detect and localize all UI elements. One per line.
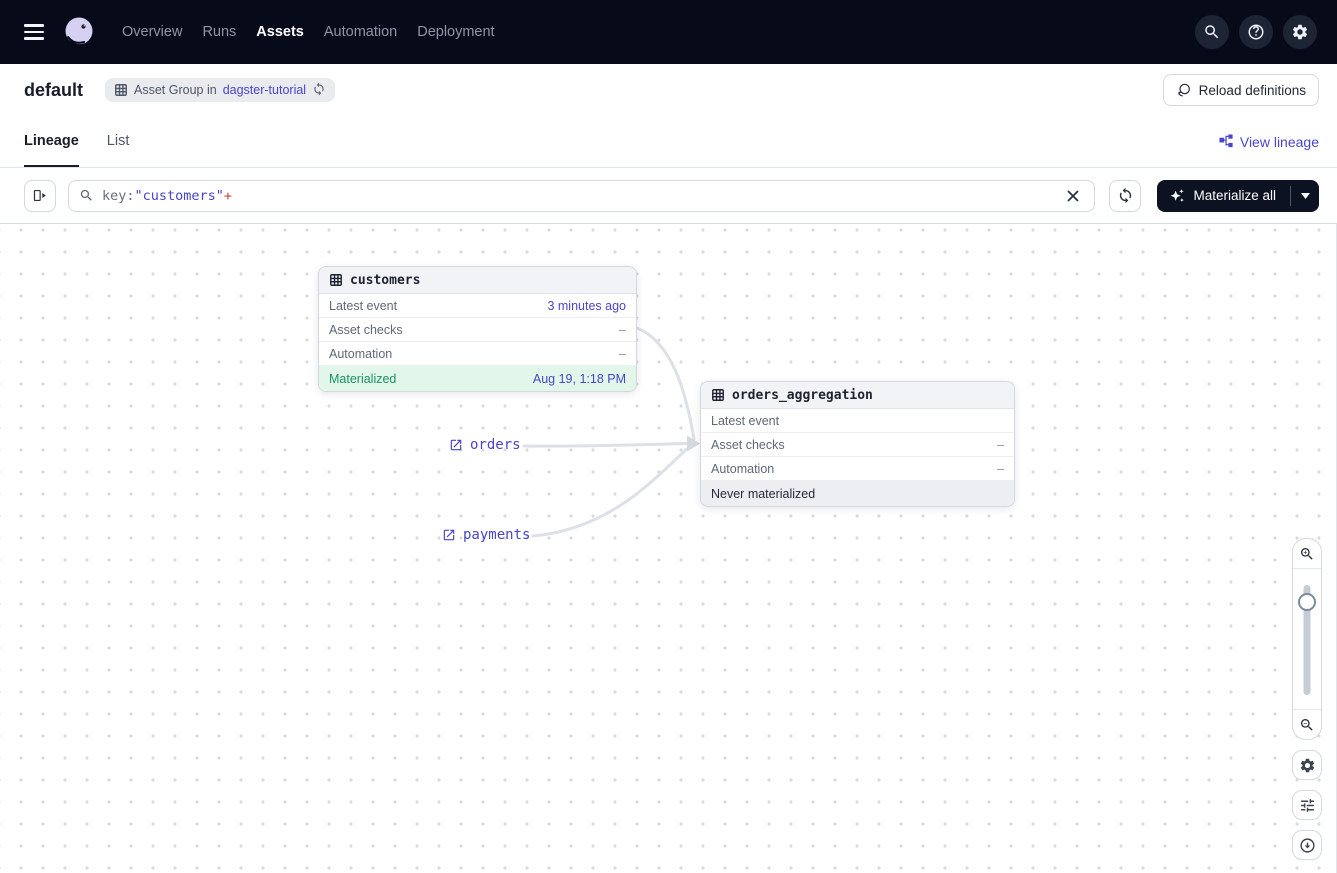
reload-definitions-button[interactable]: Reload definitions (1163, 74, 1319, 106)
external-asset-label: orders (470, 437, 521, 453)
reload-definitions-icon (1176, 82, 1192, 98)
graph-settings-button[interactable] (1292, 750, 1322, 780)
lineage-icon (1219, 134, 1234, 149)
asset-row-automation: Automation – (701, 457, 1014, 481)
code-location-link[interactable]: dagster-tutorial (223, 83, 306, 97)
sync-icon (312, 82, 326, 96)
zoom-slider[interactable] (1293, 569, 1321, 709)
search-icon (1203, 23, 1221, 41)
materialize-all-label: Materialize all (1193, 188, 1276, 203)
reload-definitions-label: Reload definitions (1199, 83, 1306, 98)
settings-button[interactable] (1283, 15, 1317, 49)
external-link-icon (442, 528, 456, 542)
asset-node-header: orders_aggregation (701, 382, 1014, 409)
nav-item-deployment[interactable]: Deployment (417, 24, 494, 40)
asset-status-row: Materialized Aug 19, 1:18 PM (319, 366, 636, 391)
expand-panel-button[interactable] (24, 180, 56, 212)
lineage-canvas[interactable]: customers Latest event 3 minutes ago Ass… (0, 224, 1337, 873)
tabs-bar: Lineage List View lineage (0, 116, 1337, 168)
search-icon (79, 188, 94, 203)
lineage-edges (0, 224, 1337, 873)
page-header: default Asset Group in dagster-tutorial … (0, 64, 1337, 116)
nav-item-runs[interactable]: Runs (202, 24, 236, 40)
zoom-in-icon (1299, 546, 1315, 562)
clear-search-button[interactable] (1062, 185, 1084, 207)
nav-item-automation[interactable]: Automation (324, 24, 397, 40)
search-button[interactable] (1195, 15, 1229, 49)
external-asset-orders[interactable]: orders (449, 437, 521, 453)
tune-icon (1299, 797, 1316, 814)
help-icon (1247, 23, 1265, 41)
asset-status-row: Never materialized (701, 481, 1014, 506)
gear-icon (1299, 757, 1316, 774)
external-asset-label: payments (463, 527, 530, 543)
asset-selection-input[interactable]: key:"customers"+ (68, 180, 1095, 212)
status-label: Materialized (329, 372, 396, 386)
nav-item-overview[interactable]: Overview (122, 24, 182, 40)
materialize-dropdown-button[interactable] (1291, 180, 1319, 212)
zoom-control-panel (1292, 538, 1322, 740)
table-icon (329, 273, 343, 287)
asset-row-automation: Automation – (319, 342, 636, 366)
asset-row-latest-event: Latest event 3 minutes ago (319, 294, 636, 318)
nav-item-assets[interactable]: Assets (256, 24, 304, 40)
table-icon (711, 388, 725, 402)
materialize-all-button[interactable]: Materialize all (1157, 180, 1290, 212)
asset-node-customers[interactable]: customers Latest event 3 minutes ago Ass… (318, 266, 637, 392)
sync-status (312, 82, 326, 99)
external-link-icon (449, 438, 463, 452)
zoom-in-button[interactable] (1293, 539, 1321, 569)
graph-filters-button[interactable] (1292, 790, 1322, 820)
asset-node-orders-aggregation[interactable]: orders_aggregation Latest event Asset ch… (700, 381, 1015, 507)
asset-name: customers (350, 273, 420, 288)
recenter-view-button[interactable] (1292, 830, 1322, 860)
zoom-out-icon (1299, 717, 1315, 733)
tab-lineage[interactable]: Lineage (24, 116, 79, 167)
panel-expand-icon (32, 187, 49, 204)
top-navbar: Overview Runs Assets Automation Deployme… (0, 0, 1337, 64)
asset-selection-value: key:"customers"+ (102, 188, 232, 204)
status-label: Never materialized (711, 487, 815, 501)
zoom-slider-handle[interactable] (1298, 593, 1316, 611)
dagster-logo[interactable] (62, 15, 96, 49)
latest-event-link[interactable]: 3 minutes ago (547, 299, 626, 313)
status-timestamp-link[interactable]: Aug 19, 1:18 PM (533, 372, 626, 386)
view-lineage-link[interactable]: View lineage (1219, 116, 1319, 167)
asset-row-asset-checks: Asset checks – (701, 433, 1014, 457)
page-title: default (24, 80, 83, 101)
asset-group-badge: Asset Group in dagster-tutorial (105, 78, 335, 102)
sparkle-icon (1169, 188, 1185, 204)
asset-group-icon (114, 83, 128, 97)
asset-name: orders_aggregation (732, 388, 873, 403)
gear-icon (1291, 23, 1309, 41)
asset-node-header: customers (319, 267, 636, 294)
help-button[interactable] (1239, 15, 1273, 49)
view-lineage-label: View lineage (1240, 134, 1319, 150)
arrow-circle-down-icon (1299, 837, 1316, 854)
external-asset-payments[interactable]: payments (442, 527, 530, 543)
asset-row-asset-checks: Asset checks – (319, 318, 636, 342)
asset-row-latest-event: Latest event (701, 409, 1014, 433)
tab-list[interactable]: List (107, 116, 130, 167)
lineage-toolbar: key:"customers"+ Materialize all (0, 168, 1337, 224)
refresh-icon (1117, 187, 1134, 204)
close-icon (1067, 190, 1079, 202)
badge-prefix: Asset Group in (134, 83, 217, 97)
zoom-out-button[interactable] (1293, 709, 1321, 739)
materialize-split-button: Materialize all (1157, 180, 1319, 212)
hamburger-menu-icon[interactable] (24, 22, 44, 42)
nav-links: Overview Runs Assets Automation Deployme… (122, 24, 495, 40)
refresh-graph-button[interactable] (1109, 180, 1141, 212)
chevron-down-icon (1301, 193, 1310, 199)
